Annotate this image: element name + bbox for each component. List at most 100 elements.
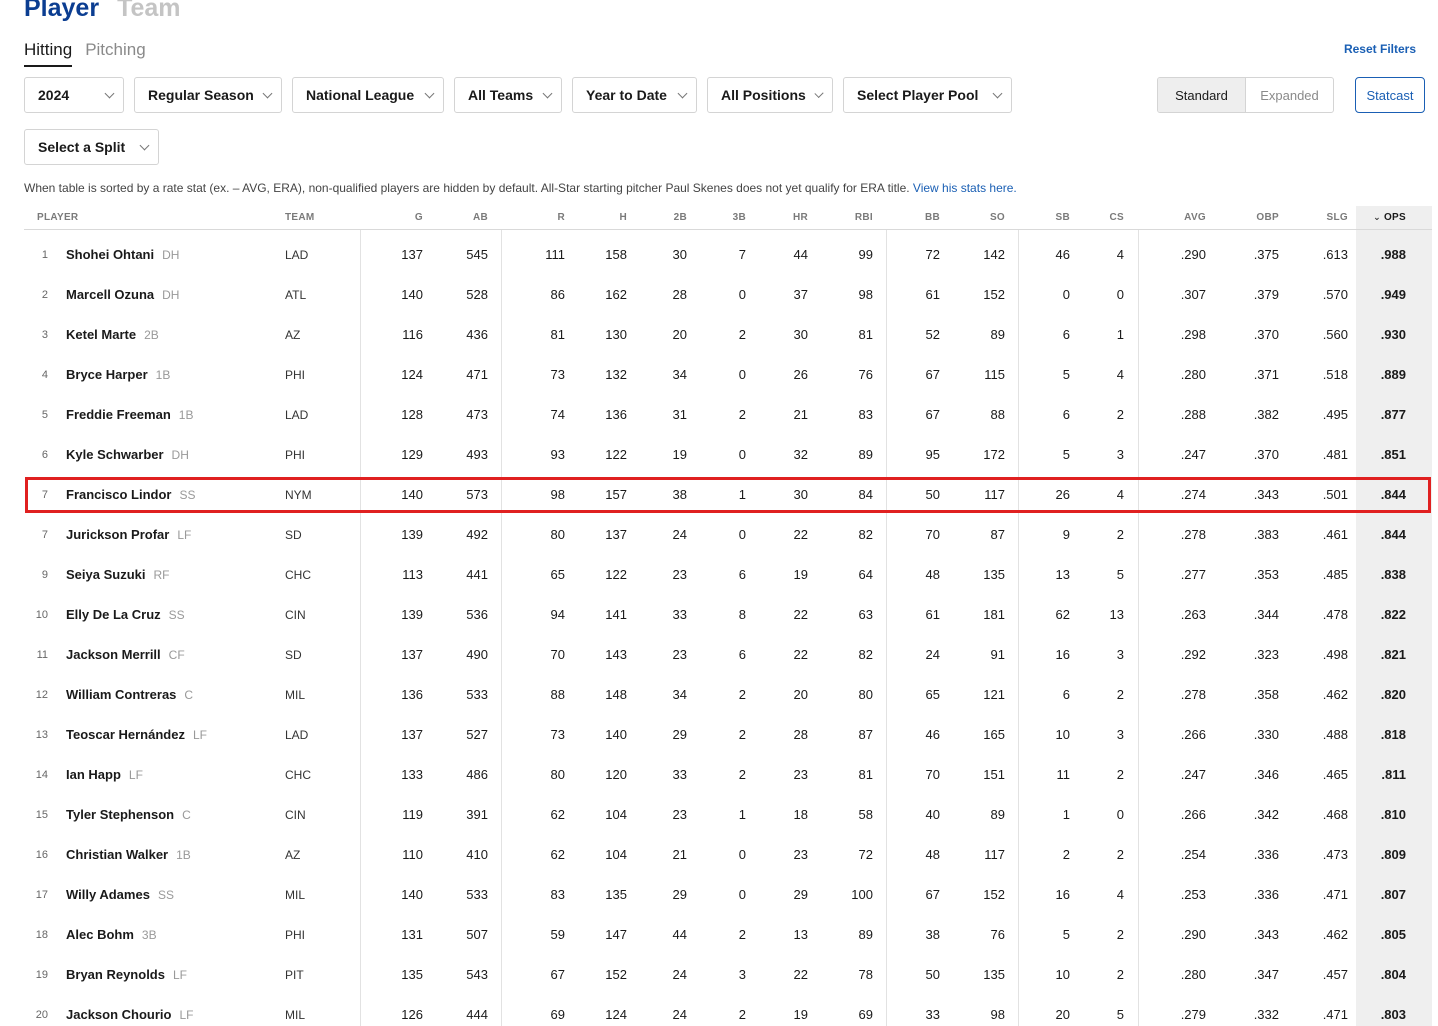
player-name-link[interactable]: Elly De La Cruz — [66, 607, 161, 622]
tab-pitching[interactable]: Pitching — [85, 40, 145, 67]
player-name-link[interactable]: Jackson Merrill — [66, 647, 161, 662]
reset-filters-link[interactable]: Reset Filters — [1344, 42, 1416, 56]
team-cell: LAD — [285, 408, 309, 422]
player-name-link[interactable]: Shohei Ohtani — [66, 247, 154, 262]
column-header-label: SLG — [1326, 212, 1348, 223]
player-name-link[interactable]: William Contreras — [66, 687, 176, 702]
stat-cell-g: 140 — [401, 887, 423, 902]
player-name-link[interactable]: Bryce Harper — [66, 367, 148, 382]
rank-cell: 7 — [41, 489, 48, 501]
column-header-player[interactable]: PLAYER — [37, 212, 78, 223]
player-name-link[interactable]: Teoscar Hernández — [66, 727, 185, 742]
expanded-view-button[interactable]: Expanded — [1246, 78, 1333, 112]
table-row[interactable]: 19 Bryan Reynolds LF PIT 135 543 67 152 24 3 22 78 5… — [24, 955, 1432, 995]
column-header-obp[interactable]: OBP — [1256, 212, 1279, 223]
stat-cell-sb: 16 — [1055, 647, 1070, 662]
table-row[interactable]: 16 Christian Walker 1B AZ 110 410 62 104 21 0 23 72… — [24, 835, 1432, 875]
table-row[interactable]: 10 Elly De La Cruz SS CIN 139 536 94 141 33 8 22 63… — [24, 595, 1432, 635]
player-name-link[interactable]: Kyle Schwarber — [66, 447, 164, 462]
column-header-team[interactable]: TEAM — [285, 212, 315, 223]
table-row[interactable]: 14 Ian Happ LF CHC 133 486 80 120 33 2 23 81 70 151 11… — [24, 755, 1432, 795]
table-row[interactable]: 11 Jackson Merrill CF SD 137 490 70 143 23 6 22 82 2… — [24, 635, 1432, 675]
player-name-link[interactable]: Ketel Marte — [66, 327, 136, 342]
stat-cell-rbi: 98 — [858, 287, 873, 302]
stat-cell-so: 165 — [983, 727, 1005, 742]
player-name-link[interactable]: Alec Bohm — [66, 927, 134, 942]
column-header-bb[interactable]: BB — [925, 212, 940, 223]
table-row[interactable]: 4 Bryce Harper 1B PHI 124 471 73 132 34 0 26 76 67 11… — [24, 355, 1432, 395]
tab-team[interactable]: Team — [117, 0, 180, 23]
column-header-rbi[interactable]: RBI — [855, 212, 873, 223]
stat-cell-hr: 18 — [793, 807, 808, 822]
player-name-link[interactable]: Willy Adames — [66, 887, 150, 902]
stat-cell-g: 131 — [401, 927, 423, 942]
table-row[interactable]: 20 Jackson Chourio LF MIL 126 444 69 124 24 2 19 69… — [24, 995, 1432, 1026]
column-header-cs[interactable]: CS — [1110, 212, 1125, 223]
teams-dropdown[interactable]: All Teams — [454, 77, 562, 113]
column-header-hr[interactable]: HR — [793, 212, 808, 223]
player-name-link[interactable]: Jurickson Profar — [66, 527, 169, 542]
table-row[interactable]: 13 Teoscar Hernández LF LAD 137 527 73 140 29 2 28… — [24, 715, 1432, 755]
column-header-3b[interactable]: 3B — [733, 212, 746, 223]
game-type-dropdown[interactable]: Regular Season — [134, 77, 282, 113]
stat-cell-bb: 52 — [925, 327, 940, 342]
column-header-r[interactable]: R — [557, 212, 565, 223]
player-name-link[interactable]: Francisco Lindor — [66, 487, 171, 502]
table-row[interactable]: 3 Ketel Marte 2B AZ 116 436 81 130 20 2 30 81 52 89 6 1… — [24, 315, 1432, 355]
column-header-h[interactable]: H — [619, 212, 627, 223]
rank-cell: 18 — [35, 929, 48, 941]
column-header-ab[interactable]: AB — [473, 212, 488, 223]
player-name-link[interactable]: Freddie Freeman — [66, 407, 171, 422]
table-body: 1 Shohei Ohtani DH LAD 137 545 111 158 30 7 44 99 72… — [24, 235, 1432, 1026]
table-row[interactable]: 9 Seiya Suzuki RF CHC 113 441 65 122 23 6 19 64 48 13… — [24, 555, 1432, 595]
column-header-2b[interactable]: 2B — [674, 212, 687, 223]
player-cell: Teoscar Hernández LF — [66, 715, 207, 755]
column-header-sb[interactable]: SB — [1056, 212, 1071, 223]
player-cell: Ian Happ LF — [66, 755, 143, 795]
note-link[interactable]: View his stats here. — [913, 181, 1017, 195]
player-name-link[interactable]: Jackson Chourio — [66, 1007, 171, 1022]
player-name-link[interactable]: Seiya Suzuki — [66, 567, 145, 582]
table-row[interactable]: 5 Freddie Freeman 1B LAD 128 473 74 136 31 2 21 83 6… — [24, 395, 1432, 435]
table-row[interactable]: 2 Marcell Ozuna DH ATL 140 528 86 162 28 0 37 98 61 1… — [24, 275, 1432, 315]
standard-view-button[interactable]: Standard — [1158, 78, 1246, 112]
season-dropdown[interactable]: 2024 — [24, 77, 124, 113]
column-header-ops[interactable]: ⌄ OPS — [1373, 212, 1406, 223]
player-name-link[interactable]: Marcell Ozuna — [66, 287, 154, 302]
column-header-so[interactable]: SO — [990, 212, 1005, 223]
team-cell: CIN — [285, 808, 306, 822]
statcast-button[interactable]: Statcast — [1355, 77, 1425, 113]
stat-cell-sb: 46 — [1055, 247, 1070, 262]
league-dropdown[interactable]: National League — [292, 77, 444, 113]
stat-cell-cs: 3 — [1116, 647, 1124, 662]
player-position: 3B — [141, 928, 157, 942]
table-row[interactable]: 17 Willy Adames SS MIL 140 533 83 135 29 0 29 100 67… — [24, 875, 1432, 915]
column-header-label: H — [619, 212, 627, 223]
player-position: SS — [179, 488, 196, 502]
table-row[interactable]: 7 Francisco Lindor SS NYM 140 573 98 157 38 1 30 84… — [24, 475, 1432, 515]
team-cell: MIL — [285, 1008, 306, 1022]
stat-cell-ops: .949 — [1380, 287, 1406, 302]
column-header-avg[interactable]: AVG — [1184, 212, 1206, 223]
table-row[interactable]: 7 Jurickson Profar LF SD 139 492 80 137 24 0 22 82 7… — [24, 515, 1432, 555]
table-row[interactable]: 15 Tyler Stephenson C CIN 119 391 62 104 23 1 18 58… — [24, 795, 1432, 835]
player-name-link[interactable]: Tyler Stephenson — [66, 807, 174, 822]
player-pool-dropdown[interactable]: Select Player Pool — [843, 77, 1012, 113]
column-header-g[interactable]: G — [415, 212, 423, 223]
stat-cell-r: 69 — [550, 1007, 565, 1022]
table-row[interactable]: 12 William Contreras C MIL 136 533 88 148 34 2 20 8… — [24, 675, 1432, 715]
stat-cell-ops: .811 — [1381, 767, 1406, 782]
player-name-link[interactable]: Christian Walker — [66, 847, 168, 862]
tab-hitting[interactable]: Hitting — [24, 40, 73, 67]
table-row[interactable]: 1 Shohei Ohtani DH LAD 137 545 111 158 30 7 44 99 72… — [24, 235, 1432, 275]
player-name-link[interactable]: Ian Happ — [66, 767, 121, 782]
tab-player[interactable]: Player — [24, 0, 99, 23]
split-dropdown[interactable]: Select a Split — [24, 129, 159, 165]
period-dropdown[interactable]: Year to Date — [572, 77, 697, 113]
player-name-link[interactable]: Bryan Reynolds — [66, 967, 165, 982]
player-position: LF — [128, 768, 143, 782]
table-row[interactable]: 6 Kyle Schwarber DH PHI 129 493 93 122 19 0 32 89 95… — [24, 435, 1432, 475]
column-header-slg[interactable]: SLG — [1327, 212, 1348, 223]
table-row[interactable]: 18 Alec Bohm 3B PHI 131 507 59 147 44 2 13 89 38 76 5 2… — [24, 915, 1432, 955]
positions-dropdown[interactable]: All Positions — [707, 77, 833, 113]
